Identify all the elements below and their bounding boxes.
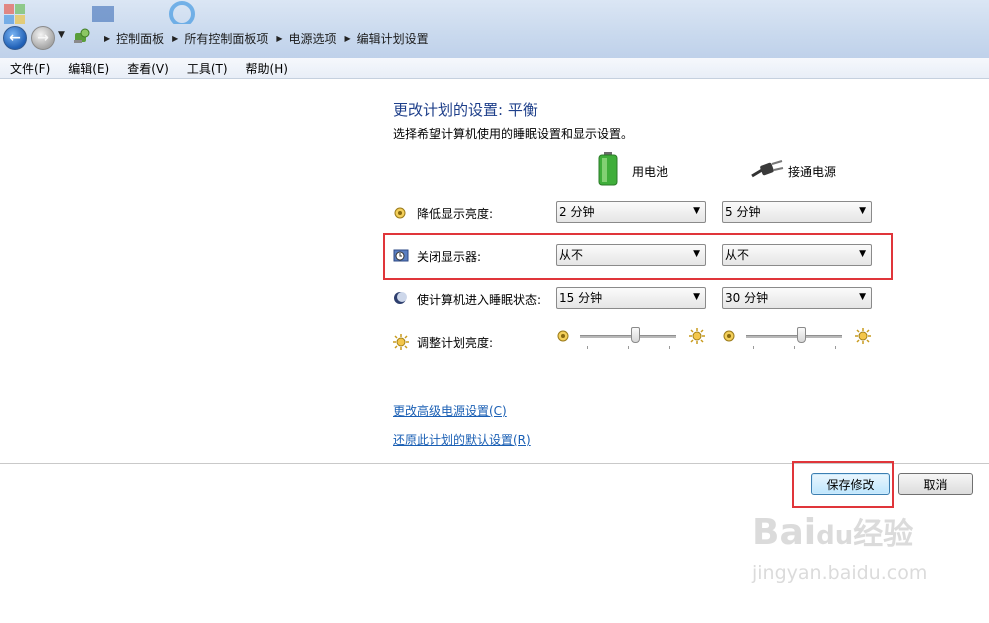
arrow-right-icon: →	[37, 30, 49, 46]
chevron-right-icon[interactable]: ▶	[276, 34, 282, 43]
dim-sun-icon	[557, 330, 569, 342]
dim-display-label: 降低显示亮度:	[417, 207, 494, 221]
arrow-left-icon: ←	[9, 30, 21, 46]
dim-battery-select[interactable]: 2 分钟	[556, 201, 706, 223]
dim-plugged-select[interactable]: 5 分钟	[722, 201, 872, 223]
display-off-battery-select[interactable]: 从不	[556, 244, 706, 266]
history-dropdown-icon[interactable]: ▼	[58, 30, 65, 40]
moon-icon	[394, 292, 407, 304]
dim-battery-dropdown[interactable]: 2 分钟 ▼	[556, 201, 706, 223]
breadcrumb-all-items[interactable]: 所有控制面板项	[184, 30, 268, 47]
slider-tick	[753, 346, 754, 349]
slider-thumb[interactable]	[797, 327, 807, 343]
column-plugged-in: 接通电源	[788, 165, 837, 179]
forward-button[interactable]: →	[31, 26, 55, 50]
sleep-battery-select[interactable]: 15 分钟	[556, 287, 706, 309]
slider-track	[746, 335, 842, 338]
brightness-battery-slider[interactable]	[556, 327, 706, 357]
sleep-plugged-dropdown[interactable]: 30 分钟 ▼	[722, 287, 872, 309]
battery-icon	[598, 152, 618, 186]
display-off-battery-dropdown[interactable]: 从不 ▼	[556, 244, 706, 266]
chevron-right-icon[interactable]: ▶	[104, 34, 110, 43]
page-subtitle: 选择希望计算机使用的睡眠设置和显示设置。	[393, 127, 634, 141]
advanced-settings-link[interactable]: 更改高级电源设置(C)	[393, 402, 507, 419]
display-off-plugged-select[interactable]: 从不	[722, 244, 872, 266]
breadcrumb-power-options[interactable]: 电源选项	[289, 30, 337, 47]
breadcrumb-edit-plan[interactable]: 编辑计划设置	[357, 30, 429, 47]
slider-tick	[835, 346, 836, 349]
cancel-button[interactable]: 取消	[898, 473, 973, 495]
watermark-brand: Bai	[752, 512, 817, 553]
chevron-right-icon[interactable]: ▶	[172, 34, 178, 43]
save-button[interactable]: 保存修改	[811, 473, 890, 495]
watermark-brand-jingyan: 经验	[853, 517, 914, 552]
dim-brightness-icon	[394, 207, 406, 219]
slider-thumb[interactable]	[631, 327, 641, 343]
brightness-plugged-slider[interactable]	[722, 327, 872, 357]
menu-help[interactable]: 帮助(H)	[236, 60, 296, 77]
menu-view[interactable]: 查看(V)	[117, 60, 177, 77]
display-off-plugged-dropdown[interactable]: 从不 ▼	[722, 244, 872, 266]
sun-icon	[393, 334, 409, 350]
slider-tick	[587, 346, 588, 349]
menu-bar: 文件(F) 编辑(E) 查看(V) 工具(T) 帮助(H)	[0, 58, 989, 79]
monitor-clock-icon	[393, 249, 409, 262]
menu-file[interactable]: 文件(F)	[0, 60, 58, 77]
bright-sun-icon	[689, 328, 705, 344]
display-off-label: 关闭显示器:	[417, 250, 482, 264]
breadcrumb-control-panel[interactable]: 控制面板	[116, 30, 164, 47]
column-battery: 用电池	[632, 165, 669, 179]
plug-icon	[751, 160, 784, 178]
sleep-battery-dropdown[interactable]: 15 分钟 ▼	[556, 287, 706, 309]
watermark-brand-du: du	[816, 521, 854, 551]
restore-defaults-link[interactable]: 还原此计划的默认设置(R)	[393, 431, 531, 448]
control-panel-icon	[74, 28, 90, 43]
slider-track	[580, 335, 676, 338]
background-taskbar-icons	[4, 1, 195, 24]
slider-tick	[794, 346, 795, 349]
sleep-label: 使计算机进入睡眠状态:	[417, 293, 542, 307]
back-button[interactable]: ←	[3, 26, 27, 50]
breadcrumb: ▶ 控制面板 ▶ 所有控制面板项 ▶ 电源选项 ▶ 编辑计划设置	[96, 29, 429, 47]
slider-tick	[628, 346, 629, 349]
menu-edit[interactable]: 编辑(E)	[58, 60, 117, 77]
dim-sun-icon	[723, 330, 735, 342]
menu-tools[interactable]: 工具(T)	[177, 60, 236, 77]
bright-sun-icon	[855, 328, 871, 344]
dim-plugged-dropdown[interactable]: 5 分钟 ▼	[722, 201, 872, 223]
page-title: 更改计划的设置: 平衡	[393, 101, 538, 119]
slider-tick	[669, 346, 670, 349]
watermark-url: jingyan.baidu.com	[752, 562, 928, 584]
brightness-label: 调整计划亮度:	[417, 336, 494, 350]
address-bar: ← → ▼ ▶ 控制面板 ▶ 所有控制面板项 ▶ 电源选项 ▶ 编辑计划设置	[0, 0, 989, 58]
chevron-right-icon[interactable]: ▶	[345, 34, 351, 43]
sleep-plugged-select[interactable]: 30 分钟	[722, 287, 872, 309]
baidu-watermark: Baidu经验 jingyan.baidu.com	[752, 513, 952, 603]
